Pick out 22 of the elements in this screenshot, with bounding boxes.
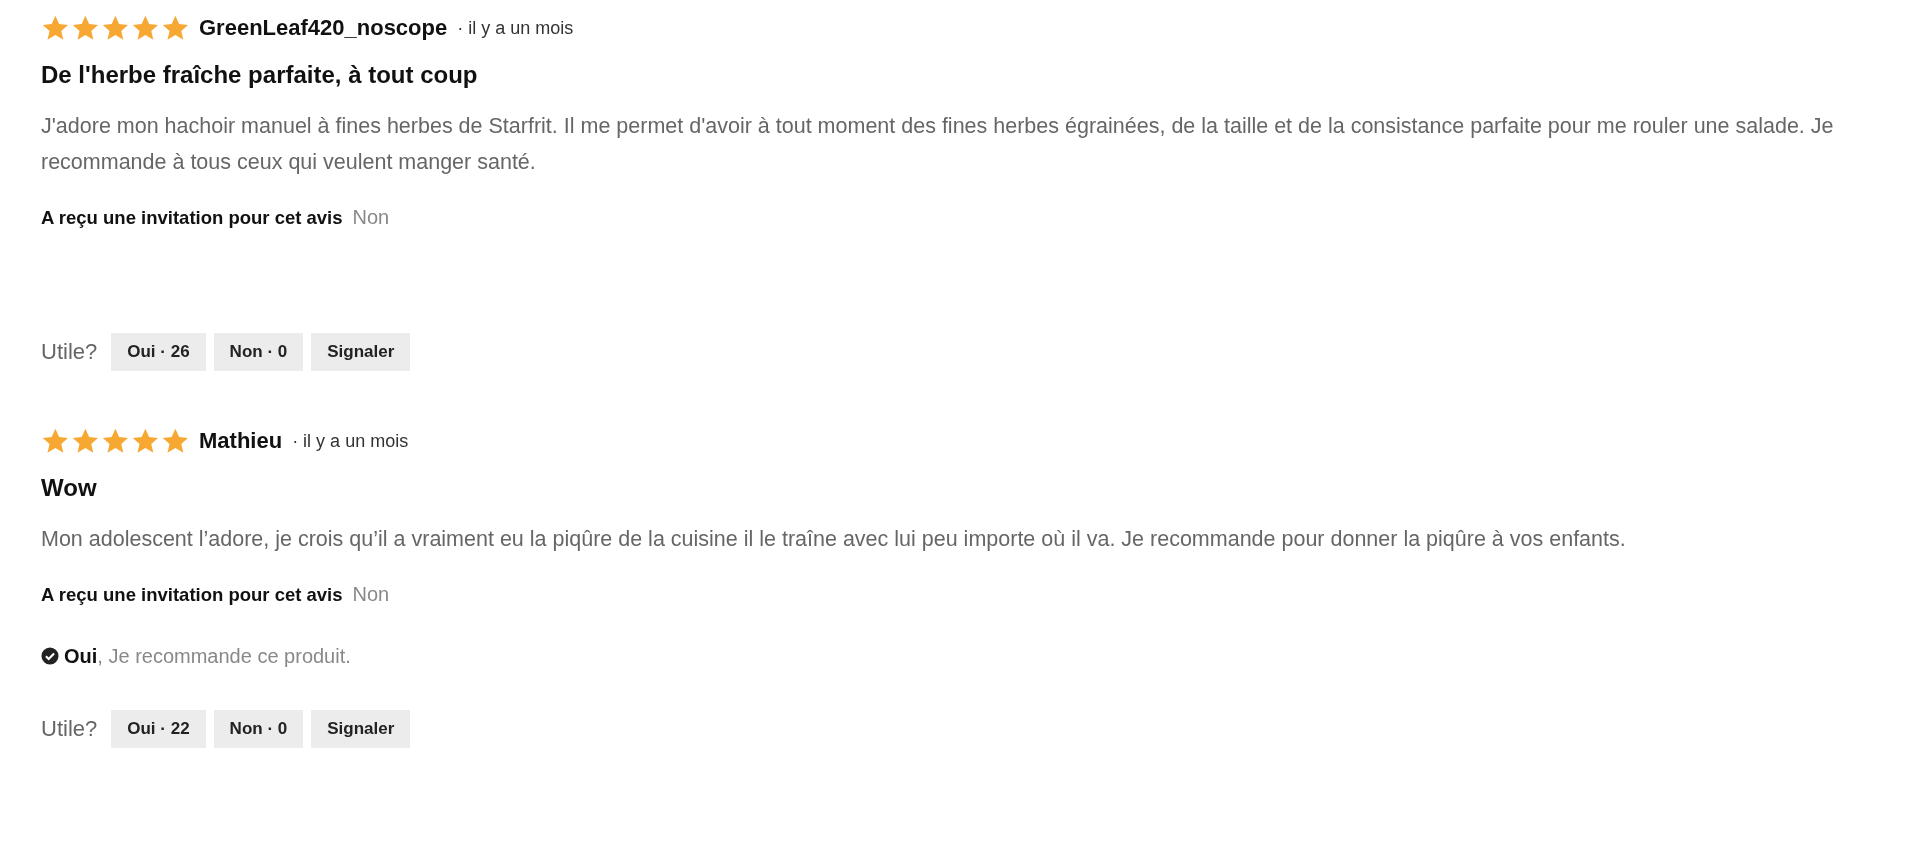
invitation-label: A reçu une invitation pour cet avis: [41, 584, 343, 606]
invitation-value: Non: [352, 583, 390, 606]
review-date: · il y a un mois: [457, 17, 574, 39]
vote-yes-button[interactable]: Oui · 22: [111, 710, 206, 748]
invitation-label: A reçu une invitation pour cet avis: [41, 207, 343, 229]
vote-no-button[interactable]: Non · 0: [213, 710, 304, 748]
invitation-value: Non: [352, 206, 390, 229]
review-title: Wow: [41, 473, 98, 503]
report-button[interactable]: Signaler: [311, 710, 411, 748]
vote-yes-button[interactable]: Oui · 26: [111, 333, 206, 371]
review-title: De l'herbe fraîche parfaite, à tout coup: [41, 60, 479, 90]
reviewer-name: GreenLeaf420_noscope: [199, 15, 448, 41]
reviewer-name: Mathieu: [199, 428, 283, 454]
review-date: · il y a un mois: [292, 430, 409, 452]
review-text: J'adore mon hachoir manuel à fines herbes de Starfrit. Il me permet d'avoir à tout moment des fines herbes égrainées, de la taille et de la consistance parfaite pour me rouler une salade. Je recommande à tous ceux qui veulent manger santé.: [41, 113, 1835, 176]
recommendation-text: Oui, Je recommande ce produit.: [64, 644, 351, 668]
vote-no-button[interactable]: Non · 0: [213, 333, 304, 371]
review-text: Mon adolescent l’adore, je crois qu’il a vraiment eu la piqûre de la cuisine il le traîne avec lui peu importe où il va. Je recommande pour donner la piqûre à vos enfants.: [41, 526, 1627, 553]
report-button[interactable]: Signaler: [311, 333, 411, 371]
helpful-label: Utile?: [41, 339, 98, 365]
check-circle-icon: [41, 647, 59, 665]
helpful-label: Utile?: [41, 716, 98, 742]
